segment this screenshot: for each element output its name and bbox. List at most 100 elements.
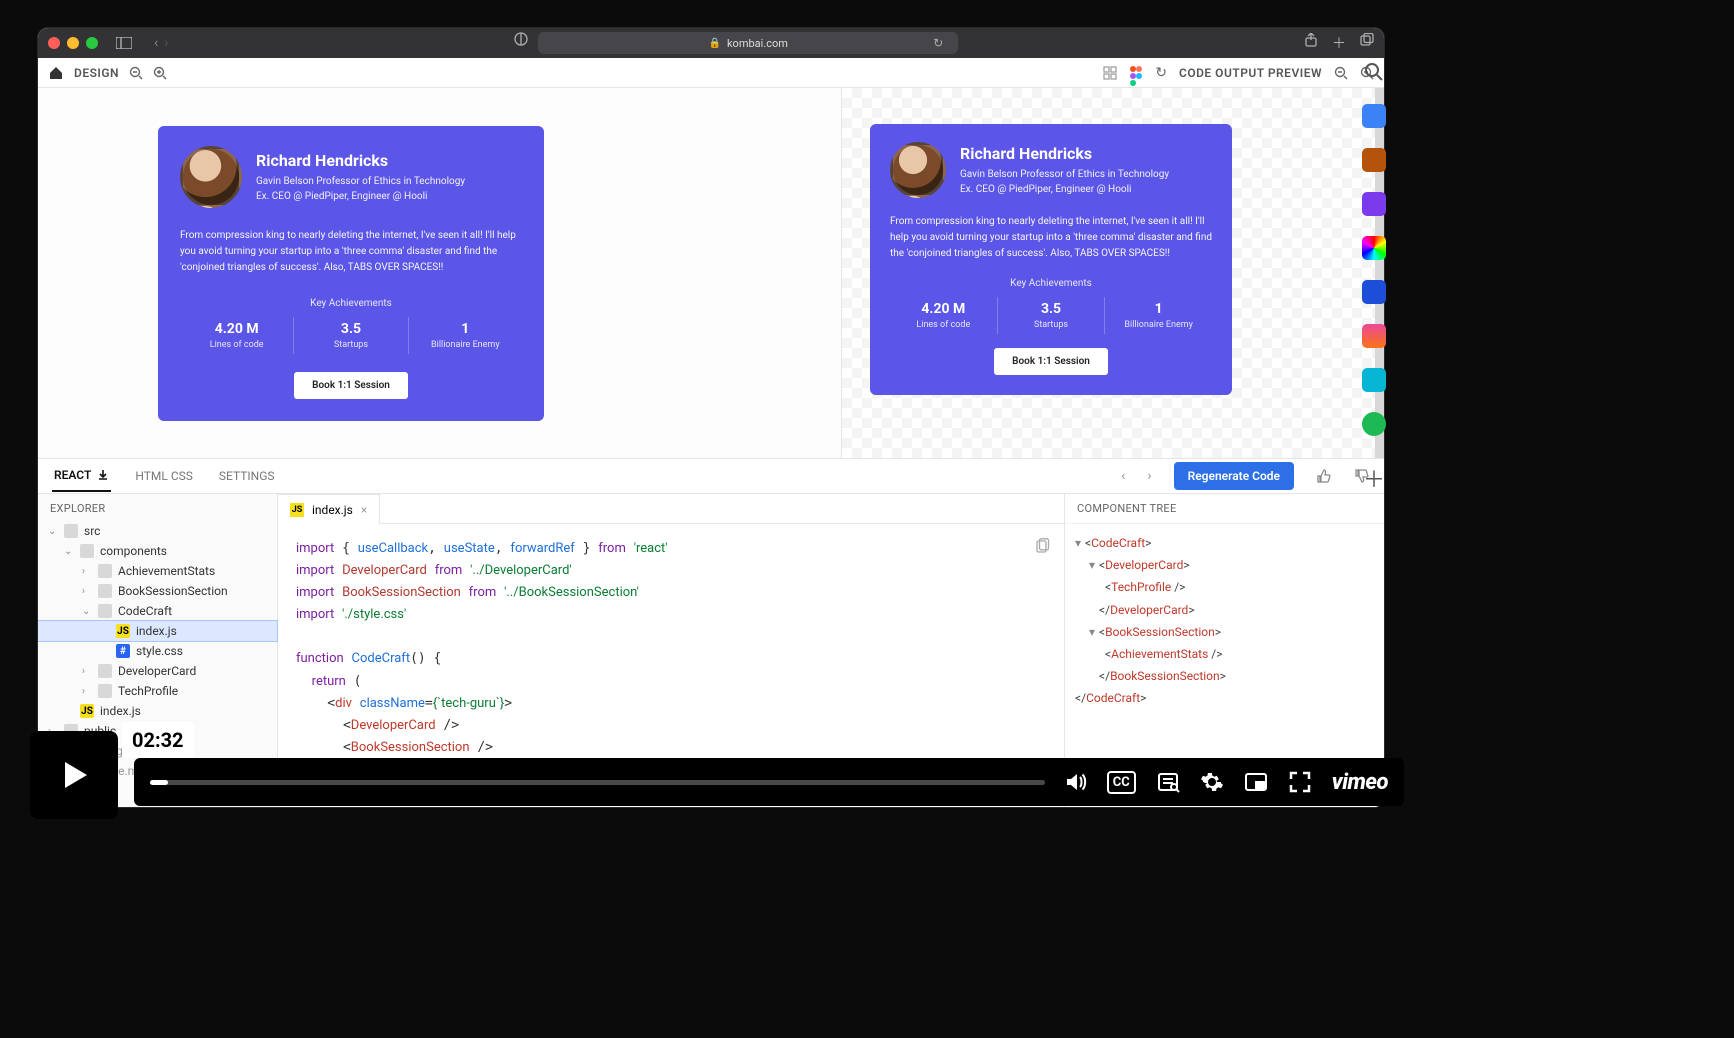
tree-node-codecraft-close: </CodeCraft> <box>1075 687 1374 709</box>
tree-node-techprofile[interactable]: <TechProfile /> <box>1075 576 1374 598</box>
tree-file-indexjs[interactable]: JSindex.js <box>38 621 277 641</box>
thumbs-up-icon[interactable] <box>1316 468 1332 484</box>
sidebar-app-icon-1[interactable] <box>1362 104 1386 128</box>
settings-gear-icon[interactable] <box>1200 770 1224 794</box>
achievements-title: Key Achievements <box>180 298 522 309</box>
pip-icon[interactable] <box>1244 770 1268 794</box>
stat-item: 4.20 MLines of code <box>890 297 997 334</box>
tree-node-developercard-close: </DeveloperCard> <box>1075 599 1374 621</box>
sidebar-toggle-icon[interactable] <box>116 37 132 49</box>
copy-code-icon[interactable] <box>1034 538 1050 554</box>
browser-nav: ‹ › <box>154 35 168 51</box>
tree-file-stylecss[interactable]: #style.css <box>38 641 277 661</box>
book-session-button[interactable]: Book 1:1 Session <box>294 372 408 399</box>
time-remaining: 02:32 <box>122 722 194 758</box>
tree-folder-codecraft[interactable]: ⌄CodeCraft <box>38 601 277 621</box>
tree-folder-booksession[interactable]: ›BookSessionSection <box>38 581 277 601</box>
tabs-overview-icon[interactable] <box>1360 33 1374 53</box>
sidebar-app-icon-4[interactable] <box>1362 236 1386 260</box>
history-forward-icon[interactable]: › <box>1147 468 1151 484</box>
tree-node-booksession[interactable]: ▾<BookSessionSection> <box>1075 621 1374 643</box>
share-icon[interactable] <box>1304 33 1318 53</box>
progress-fill <box>150 780 168 785</box>
figma-icon[interactable] <box>1129 66 1143 80</box>
video-player: 02:32 CC vimeo <box>30 752 1404 812</box>
play-button[interactable] <box>30 731 118 819</box>
sidebar-app-icon-3[interactable] <box>1362 192 1386 216</box>
design-canvas[interactable]: Richard Hendricks Gavin Belson Professor… <box>38 88 842 458</box>
tab-settings[interactable]: SETTINGS <box>217 461 277 491</box>
sidebar-app-icon-5[interactable] <box>1362 280 1386 304</box>
minimize-window-button[interactable] <box>67 37 79 49</box>
tree-folder-achievement[interactable]: ›AchievementStats <box>38 561 277 581</box>
book-session-button[interactable]: Book 1:1 Session <box>994 348 1108 375</box>
forward-button[interactable]: › <box>164 35 168 51</box>
tree-folder-src[interactable]: ⌄src <box>38 521 277 541</box>
tab-htmlcss[interactable]: HTML CSS <box>133 461 195 491</box>
css-file-icon: # <box>116 644 130 658</box>
tree-node-developercard[interactable]: ▾<DeveloperCard> <box>1075 554 1374 576</box>
preview-refresh-icon[interactable]: ↻ <box>1155 65 1167 81</box>
regenerate-button[interactable]: Regenerate Code <box>1174 462 1294 490</box>
profile-subtitle-2: Ex. CEO @ PiedPiper, Engineer @ Hooli <box>256 189 465 204</box>
profile-subtitle-2: Ex. CEO @ PiedPiper, Engineer @ Hooli <box>960 182 1169 197</box>
new-tab-icon[interactable]: ＋ <box>1332 33 1346 53</box>
tree-node-achievement[interactable]: <AchievementStats /> <box>1075 643 1374 665</box>
history-back-icon[interactable]: ‹ <box>1121 468 1125 484</box>
close-window-button[interactable] <box>48 37 60 49</box>
home-icon[interactable] <box>48 65 64 81</box>
refresh-icon[interactable]: ↻ <box>933 36 943 50</box>
captions-button[interactable]: CC <box>1107 771 1136 794</box>
folder-icon <box>98 564 112 578</box>
close-tab-icon[interactable]: × <box>361 503 367 517</box>
editor-tab-indexjs[interactable]: JS index.js × <box>278 494 380 524</box>
tree-folder-developercard[interactable]: ›DeveloperCard <box>38 661 277 681</box>
design-title: DESIGN <box>74 66 119 80</box>
zoom-in-icon[interactable] <box>153 66 167 80</box>
preview-canvas[interactable]: Richard Hendricks Gavin Belson Professor… <box>842 88 1384 458</box>
profile-name: Richard Hendricks <box>960 144 1169 163</box>
add-sidebar-item-icon[interactable]: ＋ <box>1362 466 1386 490</box>
folder-icon <box>98 664 112 678</box>
lock-icon: 🔒 <box>709 38 721 49</box>
sidebar-app-icon-2[interactable] <box>1362 148 1386 172</box>
search-icon[interactable] <box>1362 60 1386 84</box>
folder-icon <box>98 604 112 618</box>
profile-subtitle-1: Gavin Belson Professor of Ethics in Tech… <box>256 174 465 189</box>
profile-subtitle-1: Gavin Belson Professor of Ethics in Tech… <box>960 167 1169 182</box>
back-button[interactable]: ‹ <box>154 35 158 51</box>
transcript-icon[interactable] <box>1156 770 1180 794</box>
tree-folder-components[interactable]: ⌄components <box>38 541 277 561</box>
sidebar-app-icon-7[interactable] <box>1362 368 1386 392</box>
shield-icon[interactable] <box>514 32 528 54</box>
tree-file-root-indexjs[interactable]: JSindex.js <box>38 701 277 721</box>
preview-zoom-out-icon[interactable] <box>1334 66 1348 80</box>
design-preview-split: Richard Hendricks Gavin Belson Professor… <box>38 88 1384 458</box>
stat-item: 3.5Startups <box>293 317 407 354</box>
grid-icon[interactable] <box>1103 66 1117 80</box>
os-right-sidebar: ＋ <box>1352 60 1396 490</box>
tab-react[interactable]: REACT <box>52 460 111 492</box>
tree-folder-techprofile[interactable]: ›TechProfile <box>38 681 277 701</box>
stat-item: 1Billionaire Enemy <box>1104 297 1212 334</box>
tree-node-booksession-close: </BookSessionSection> <box>1075 665 1374 687</box>
download-icon[interactable] <box>97 469 109 481</box>
sidebar-app-icon-8[interactable] <box>1362 412 1386 436</box>
profile-name: Richard Hendricks <box>256 151 465 170</box>
stat-item: 1Billionaire Enemy <box>408 317 522 354</box>
editor-tabbar: JS index.js × <box>278 494 1064 524</box>
titlebar-actions: ＋ <box>1304 33 1374 53</box>
fullscreen-icon[interactable] <box>1288 770 1312 794</box>
volume-icon[interactable] <box>1063 770 1087 794</box>
maximize-window-button[interactable] <box>86 37 98 49</box>
avatar <box>180 146 242 208</box>
sidebar-app-icon-6[interactable] <box>1362 324 1386 348</box>
progress-track[interactable] <box>150 780 1045 785</box>
js-file-icon: JS <box>80 704 94 718</box>
tree-node-codecraft[interactable]: ▾<CodeCraft> <box>1075 532 1374 554</box>
zoom-out-icon[interactable] <box>129 66 143 80</box>
achievements-title: Key Achievements <box>890 278 1212 289</box>
profile-bio: From compression king to nearly deleting… <box>180 228 522 276</box>
vimeo-logo[interactable]: vimeo <box>1332 770 1388 795</box>
url-bar[interactable]: 🔒 kombai.com ↻ <box>538 32 958 54</box>
